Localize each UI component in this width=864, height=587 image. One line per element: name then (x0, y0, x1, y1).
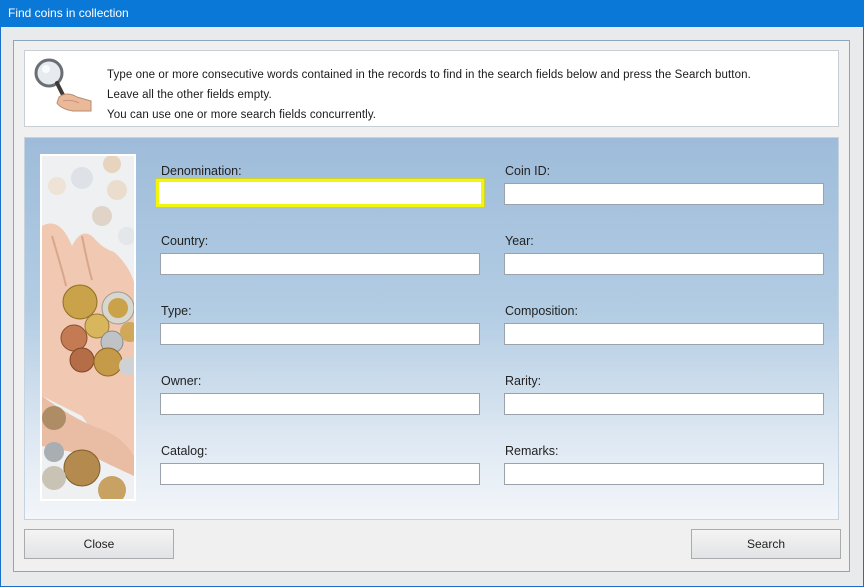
info-text: Type one or more consecutive words conta… (107, 65, 751, 125)
type-label: Type: (161, 304, 192, 318)
dialog-frame: Type one or more consecutive words conta… (13, 40, 850, 572)
coin-id-label: Coin ID: (505, 164, 551, 178)
rarity-input[interactable] (504, 393, 824, 415)
info-line-1: Type one or more consecutive words conta… (107, 69, 751, 81)
search-panel: Denomination: Coin ID: Country: Year: Ty… (24, 137, 839, 520)
remarks-label: Remarks: (505, 444, 559, 458)
owner-label: Owner: (161, 374, 202, 388)
close-button[interactable]: Close (24, 529, 174, 559)
year-label: Year: (505, 234, 534, 248)
info-line-2: Leave all the other fields empty. (107, 89, 272, 101)
type-input[interactable] (160, 323, 480, 345)
year-input[interactable] (504, 253, 824, 275)
remarks-input[interactable] (504, 463, 824, 485)
catalog-input[interactable] (160, 463, 480, 485)
catalog-label: Catalog: (161, 444, 208, 458)
window-body: Type one or more consecutive words conta… (1, 27, 863, 586)
owner-input[interactable] (160, 393, 480, 415)
denomination-input[interactable] (156, 179, 484, 207)
magnifier-hand-icon (34, 58, 92, 112)
composition-input[interactable] (504, 323, 824, 345)
info-line-3: You can use one or more search fields co… (107, 109, 377, 121)
window-title-bar[interactable]: Find coins in collection (0, 0, 864, 27)
search-button[interactable]: Search (691, 529, 841, 559)
rarity-label: Rarity: (505, 374, 542, 388)
info-panel: Type one or more consecutive words conta… (24, 50, 839, 127)
window-title: Find coins in collection (8, 6, 129, 20)
country-label: Country: (161, 234, 209, 248)
coins-in-hand-image (40, 154, 136, 501)
denomination-label: Denomination: (161, 164, 242, 178)
composition-label: Composition: (505, 304, 578, 318)
coin-id-input[interactable] (504, 183, 824, 205)
country-input[interactable] (160, 253, 480, 275)
